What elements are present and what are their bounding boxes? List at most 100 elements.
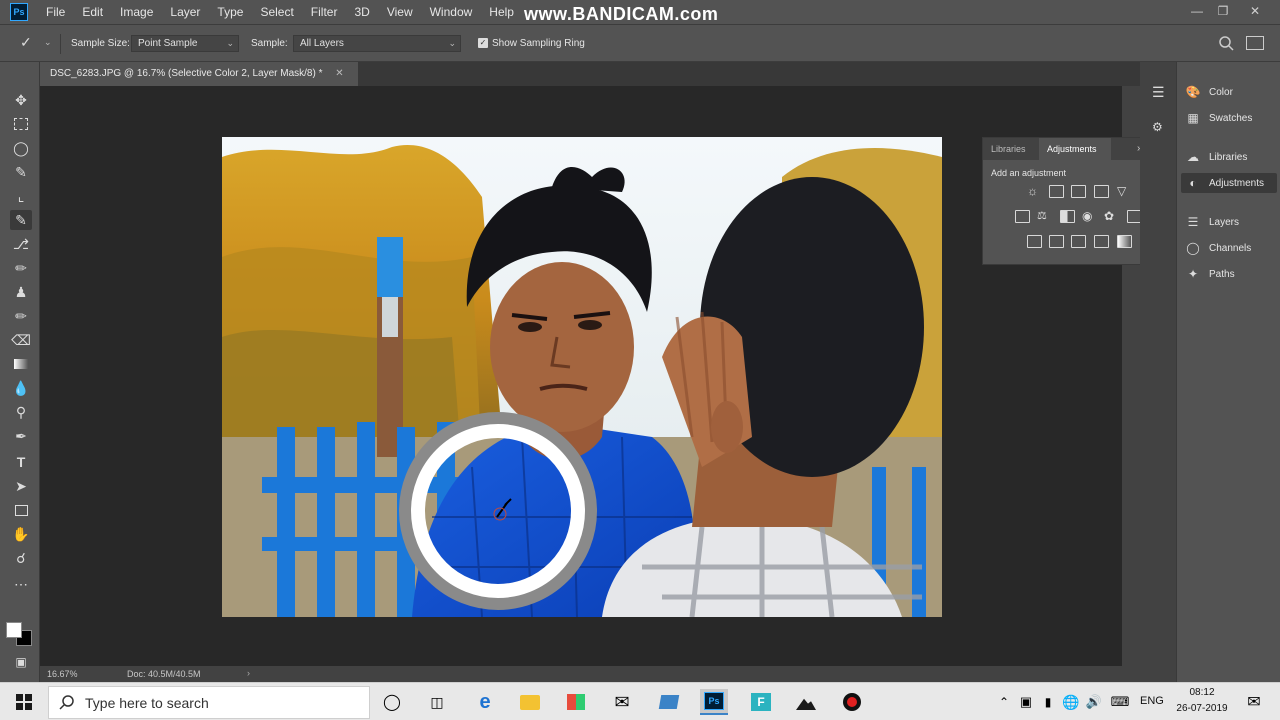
language-indicator[interactable]: ENG [1140,695,1164,707]
search-icon[interactable] [1218,35,1234,51]
restore-button[interactable]: ❐ [1212,3,1234,19]
keyboard-icon[interactable]: ⌨ [1106,689,1134,715]
invert-icon[interactable] [1027,235,1042,248]
menu-file[interactable]: File [46,5,65,19]
menu-window[interactable]: Window [430,5,473,19]
menu-help[interactable]: Help [489,5,514,19]
document-image[interactable] [222,137,942,617]
menu-type[interactable]: Type [217,5,243,19]
mail-icon[interactable]: ✉ [608,689,636,715]
black-white-icon[interactable] [1060,210,1075,223]
vibrance-icon[interactable]: ▽ [1117,185,1132,198]
notifications-icon[interactable]: ✉ [1240,689,1268,715]
color-balance-icon[interactable]: ⚖ [1037,210,1052,223]
brush-tool-icon[interactable]: ✏ [10,258,32,278]
app-icon[interactable] [655,689,683,715]
panel-adjustments[interactable]: ◐ Adjustments [1181,173,1277,193]
menu-edit[interactable]: Edit [82,5,103,19]
rectangle-tool-icon[interactable] [10,500,32,520]
cortana-icon[interactable]: ◯ [378,689,406,715]
eyedropper-tool-icon[interactable]: ✎ [10,210,32,230]
clock-time[interactable]: 08:12 [1186,687,1218,698]
tab-adjustments[interactable]: Adjustments [1039,138,1111,160]
marquee-tool-icon[interactable] [10,114,32,134]
tab-libraries[interactable]: Libraries [983,138,1034,160]
panel-layers[interactable]: ☰ Layers [1185,212,1277,232]
channel-mixer-icon[interactable]: ✿ [1104,210,1119,223]
hue-saturation-icon[interactable] [1015,210,1030,223]
cloud-icon: ☁ [1187,150,1199,164]
show-sampling-ring-checkbox[interactable]: ✓ [478,38,488,48]
sample-value: All Layers [300,38,344,49]
menu-select[interactable]: Select [260,5,293,19]
menu-layer[interactable]: Layer [170,5,200,19]
move-tool-icon[interactable]: ✥ [10,90,32,110]
lasso-tool-icon[interactable]: ◯ [10,138,32,158]
threshold-icon[interactable] [1071,235,1086,248]
dodge-tool-icon[interactable]: ⚲ [10,402,32,422]
exposure-icon[interactable] [1094,185,1109,198]
bandicam-watermark: www.BANDICAM.com [524,4,719,24]
history-panel-icon[interactable]: ☰ [1152,84,1165,101]
close-button[interactable]: ✕ [1244,3,1266,19]
quick-selection-tool-icon[interactable]: ✎ [10,162,32,182]
panel-color[interactable]: 🎨 Color [1185,82,1277,102]
windows-start-icon[interactable] [10,689,38,715]
selective-color-icon[interactable] [1094,235,1109,248]
edge-icon[interactable]: e [471,689,499,715]
eraser-tool-icon[interactable]: ⌫ [10,330,32,350]
gradient-tool-icon[interactable] [10,354,32,374]
eyedropper-tool-preset-icon[interactable]: ✓ [20,34,40,52]
zoom-tool-icon[interactable]: ☌ [10,548,32,568]
gradient-map-icon[interactable] [1117,235,1132,248]
properties-panel-icon[interactable]: ⚙ [1152,120,1163,134]
blur-tool-icon[interactable]: 💧 [10,378,32,398]
curves-icon[interactable] [1071,185,1086,198]
panel-paths[interactable]: ✦ Paths [1185,264,1277,284]
task-view-icon[interactable]: ◫ [423,689,451,715]
type-tool-icon[interactable]: T [10,452,32,472]
hand-tool-icon[interactable]: ✋ [10,524,32,544]
pen-tool-icon[interactable]: ✒ [10,426,32,446]
posterize-icon[interactable] [1049,235,1064,248]
menu-3d[interactable]: 3D [354,5,369,19]
history-brush-tool-icon[interactable]: ✏ [10,306,32,326]
windows-taskbar: Type here to search ◯ ◫ e ✉ Ps F ⌃ ▣ ▮ 🌐… [0,682,1280,720]
photoshop-taskbar-icon[interactable]: Ps [700,689,728,715]
status-expand-icon[interactable]: › [247,668,250,678]
workspace-icon[interactable] [1246,36,1264,50]
menu-image[interactable]: Image [120,5,153,19]
brightness-contrast-icon[interactable]: ☼ [1027,185,1042,198]
healing-brush-tool-icon[interactable]: ⎇ [10,234,32,254]
grid-icon: ▦ [1187,111,1199,125]
panel-swatches[interactable]: ▦ Swatches [1185,108,1277,128]
quick-mask-icon[interactable]: ▣ [10,652,32,672]
bandicam-record-icon[interactable] [838,689,866,715]
chevron-down-icon[interactable]: ⌄ [44,37,52,48]
f-app-icon[interactable]: F [747,689,775,715]
panel-libraries[interactable]: ☁ Libraries [1185,147,1277,167]
clock-date[interactable]: 26-07-2019 [1173,703,1231,714]
menu-view[interactable]: View [387,5,413,19]
sample-size-dropdown[interactable]: Point Sample ⌄ [131,35,239,52]
document-tab[interactable]: DSC_6283.JPG @ 16.7% (Selective Color 2,… [40,62,358,86]
zoom-level[interactable]: 16.67% [47,669,78,679]
crop-tool-icon[interactable]: ⌞ [10,186,32,206]
levels-icon[interactable] [1049,185,1064,198]
volume-icon[interactable]: 🔊 [1080,689,1108,715]
close-tab-icon[interactable]: ✕ [335,68,343,79]
more-tools-icon[interactable]: ⋯ [10,574,32,594]
store-icon[interactable] [562,689,590,715]
panel-channels[interactable]: ◯ Channels [1185,238,1277,258]
photo-filter-icon[interactable]: ◉ [1082,210,1097,223]
menu-filter[interactable]: Filter [311,5,338,19]
path-selection-tool-icon[interactable]: ➤ [10,476,32,496]
adjustments-heading: Add an adjustment [991,168,1067,178]
foreground-color-swatch-top[interactable] [6,622,22,638]
minimize-button[interactable]: — [1186,3,1208,19]
taskbar-search-box[interactable]: Type here to search [48,686,370,719]
clone-stamp-tool-icon[interactable]: ♟ [10,282,32,302]
file-explorer-icon[interactable] [516,689,544,715]
photos-icon[interactable] [792,689,820,715]
sample-dropdown[interactable]: All Layers ⌄ [293,35,461,52]
